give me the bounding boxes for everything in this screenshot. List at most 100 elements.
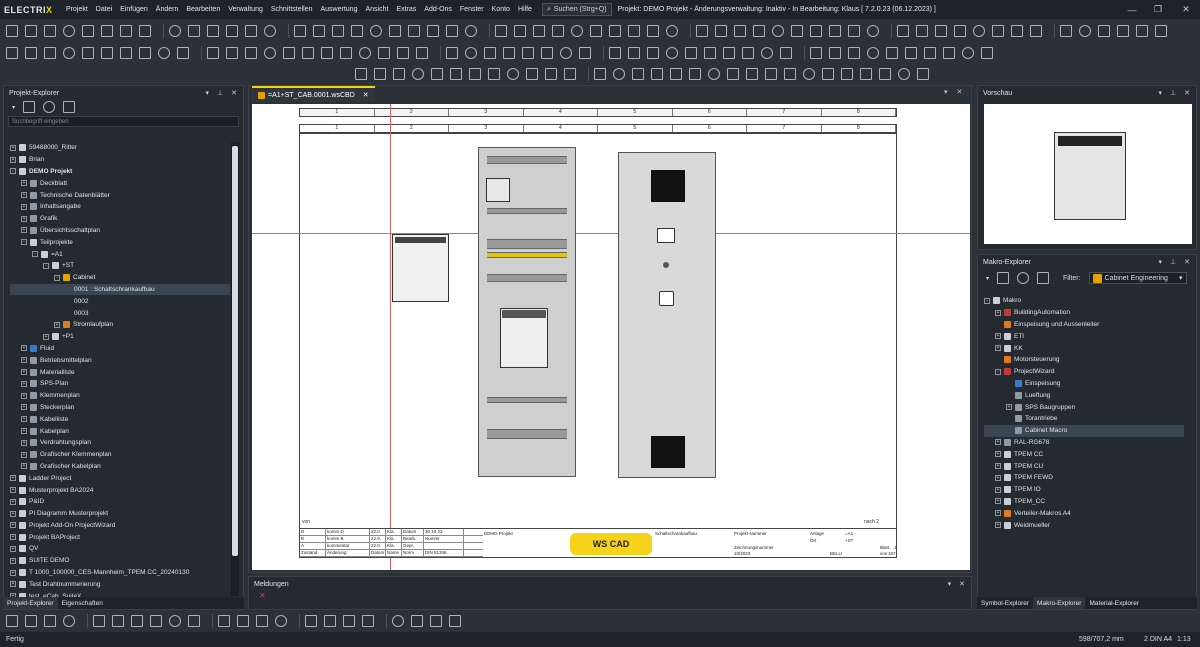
toolbar-tool-icon[interactable] <box>628 47 640 59</box>
toolbar-tool-icon[interactable] <box>63 25 75 37</box>
expand-icon[interactable]: + <box>21 463 27 470</box>
expand-icon[interactable]: - <box>10 168 16 175</box>
minimize-icon[interactable]: — <box>1118 0 1146 19</box>
menu-item-10[interactable]: Add-Ons <box>420 0 456 19</box>
toolbar-tool-icon[interactable] <box>514 25 526 37</box>
toolbar-tool-icon[interactable] <box>704 47 716 59</box>
tree-item[interactable]: + KK <box>984 342 1184 354</box>
expand-icon[interactable]: + <box>21 416 27 423</box>
tree-item[interactable]: + ETI <box>984 330 1184 342</box>
tree-item[interactable]: Torantriebe <box>984 413 1184 425</box>
search-box[interactable]: ⌕ Suchen (Strg+Q) <box>541 3 612 16</box>
toolbar-tool-icon[interactable] <box>245 25 257 37</box>
toolbar-tool-icon[interactable] <box>465 47 477 59</box>
expand-icon[interactable]: + <box>10 487 16 493</box>
expand-icon[interactable]: + <box>995 510 1001 517</box>
toolbar-tool-icon[interactable] <box>1011 25 1023 37</box>
expand-icon[interactable]: + <box>10 498 16 505</box>
expand-icon[interactable]: + <box>995 522 1001 529</box>
expand-icon[interactable]: + <box>21 404 27 411</box>
toolbar-tool-icon[interactable] <box>1155 25 1167 37</box>
toolbar-tool-icon[interactable] <box>378 47 390 59</box>
toolbar-tool-icon[interactable] <box>526 68 538 80</box>
tree-item[interactable]: + Grafischer Kabelplan <box>10 461 230 473</box>
toolbar-tool-icon[interactable] <box>120 47 132 59</box>
toolbar-tool-icon[interactable] <box>25 615 37 627</box>
tree-item[interactable]: + Übersichtsschaltplan <box>10 225 230 237</box>
toolbar-tool-icon[interactable] <box>507 68 519 80</box>
preview-canvas[interactable] <box>984 104 1192 244</box>
toolbar-tool-icon[interactable] <box>393 68 405 80</box>
tree-item[interactable]: + RAL-RG678 <box>984 437 1184 449</box>
expand-icon[interactable]: + <box>995 463 1001 470</box>
expand-icon[interactable]: - <box>32 251 38 258</box>
expand-icon[interactable]: + <box>995 345 1001 352</box>
refresh-icon[interactable] <box>1017 272 1030 284</box>
tab-properties[interactable]: Eigenschaften <box>58 597 107 609</box>
close-icon[interactable]: ✕ <box>1172 0 1200 19</box>
expand-icon[interactable]: + <box>995 439 1001 446</box>
toolbar-tool-icon[interactable] <box>82 47 94 59</box>
expand-icon[interactable]: + <box>10 475 16 482</box>
tree-item[interactable]: + BuildingAutomation <box>984 307 1184 319</box>
tree-item[interactable]: + PI Diagramm Musterprojekt <box>10 508 230 520</box>
toolbar-tool-icon[interactable] <box>943 47 955 59</box>
close-panel-icon[interactable]: ✕ <box>959 580 965 588</box>
menu-item-8[interactable]: Ansicht <box>361 0 392 19</box>
toolbar-tool-icon[interactable] <box>256 615 268 627</box>
toolbar-tool-icon[interactable] <box>905 47 917 59</box>
toolbar-tool-icon[interactable] <box>101 25 113 37</box>
toolbar-tool-icon[interactable] <box>397 47 409 59</box>
toolbar-tool-icon[interactable] <box>446 47 458 59</box>
open-project-icon[interactable] <box>23 101 36 113</box>
tree-item[interactable]: 0003 <box>10 307 230 319</box>
tree-item[interactable]: + Materialliste <box>10 366 230 378</box>
toolbar-tool-icon[interactable] <box>916 25 928 37</box>
toolbar-tool-icon[interactable] <box>708 68 720 80</box>
toolbar-tool-icon[interactable] <box>63 47 75 59</box>
toolbar-tool-icon[interactable] <box>362 615 374 627</box>
toolbar-tool-icon[interactable] <box>765 68 777 80</box>
toolbar-tool-icon[interactable] <box>810 25 822 37</box>
toolbar-tool-icon[interactable] <box>689 68 701 80</box>
expand-icon[interactable]: + <box>10 144 16 151</box>
expand-icon[interactable]: + <box>10 510 16 517</box>
expand-icon[interactable]: - <box>21 239 27 246</box>
tree-item[interactable]: - DEMO Projekt <box>10 166 230 178</box>
toolbar-tool-icon[interactable] <box>408 25 420 37</box>
tab-symbol-explorer[interactable]: Symbol-Explorer <box>977 597 1033 609</box>
toolbar-tool-icon[interactable] <box>207 47 219 59</box>
toolbar-tool-icon[interactable] <box>245 47 257 59</box>
toolbar-tool-icon[interactable] <box>112 615 124 627</box>
toolbar-tool-icon[interactable] <box>139 25 151 37</box>
scrollbar-thumb[interactable] <box>232 146 238 556</box>
toolbar-tool-icon[interactable] <box>867 25 879 37</box>
toolbar-tool-icon[interactable] <box>753 25 765 37</box>
toolbar-tool-icon[interactable] <box>898 68 910 80</box>
toolbar-tool-icon[interactable] <box>810 47 822 59</box>
toolbar-tool-icon[interactable] <box>670 68 682 80</box>
toolbar-tool-icon[interactable] <box>283 47 295 59</box>
toolbar-tool-icon[interactable] <box>973 25 985 37</box>
filter-select[interactable]: Cabinet Engineering ▾ <box>1088 272 1187 284</box>
expand-icon[interactable]: + <box>21 439 27 446</box>
toolbar-tool-icon[interactable] <box>992 25 1004 37</box>
toolbar-tool-icon[interactable] <box>841 68 853 80</box>
tree-item[interactable]: + Deckblatt <box>10 177 230 189</box>
project-search-input[interactable]: Suchbegriff eingeben <box>8 116 239 127</box>
dropdown-icon[interactable]: ▾ <box>206 89 210 97</box>
toolbar-tool-icon[interactable] <box>430 615 442 627</box>
toolbar-tool-icon[interactable] <box>305 615 317 627</box>
tree-item[interactable]: + P&ID <box>10 496 230 508</box>
tree-item[interactable]: + SUITE DEMO <box>10 555 230 567</box>
toolbar-tool-icon[interactable] <box>6 25 18 37</box>
toolbar-tool-icon[interactable] <box>340 47 352 59</box>
toolbar-tool-icon[interactable] <box>63 615 75 627</box>
menu-item-11[interactable]: Fenster <box>456 0 488 19</box>
toolbar-tool-icon[interactable] <box>416 47 428 59</box>
toolbar-tool-icon[interactable] <box>44 47 56 59</box>
expand-icon[interactable]: + <box>10 545 16 552</box>
toolbar-tool-icon[interactable] <box>609 25 621 37</box>
toolbar-tool-icon[interactable] <box>93 615 105 627</box>
toolbar-tool-icon[interactable] <box>696 25 708 37</box>
